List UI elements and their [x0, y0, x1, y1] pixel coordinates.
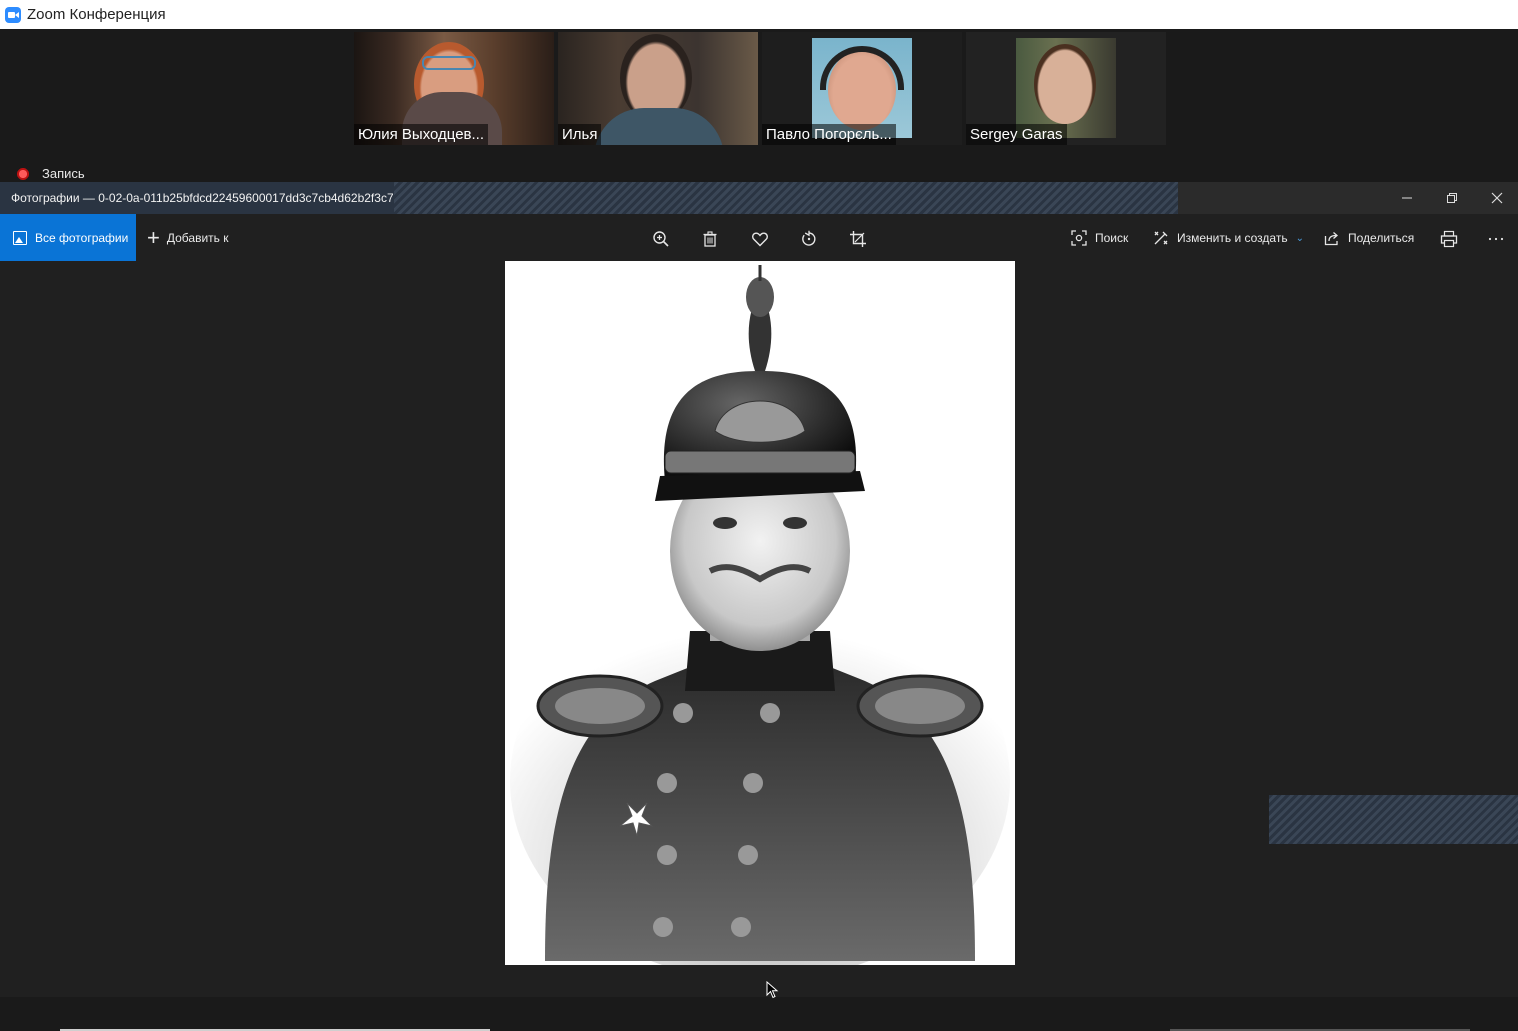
participant-gallery: Юлия Выходцев... Илья Павло Погорєль... … [354, 32, 1166, 145]
print-icon[interactable] [1438, 228, 1460, 250]
share-button[interactable]: Поделиться [1324, 214, 1414, 262]
edit-create-icon [1154, 231, 1168, 245]
zoom-window-title: Zoom Конференция [27, 6, 166, 23]
more-icon[interactable] [1485, 228, 1507, 250]
participant-tile[interactable]: Илья [558, 32, 758, 145]
minimize-icon[interactable] [1384, 182, 1430, 214]
photos-window-title: Фотографии — 0-02-0a-011b25bfdcd22459600… [11, 191, 393, 205]
close-icon[interactable] [1474, 182, 1518, 214]
restore-icon[interactable] [1429, 182, 1475, 214]
photo-icon [13, 231, 27, 245]
heart-icon[interactable] [749, 228, 771, 250]
recording-indicator[interactable]: Запись [16, 166, 85, 181]
all-photos-button[interactable]: Все фотографии [0, 214, 136, 262]
portrait-photo [505, 261, 1015, 965]
zoom-in-icon[interactable] [650, 228, 672, 250]
share-icon [1324, 232, 1338, 246]
share-highlight-corner [1269, 795, 1518, 844]
edit-create-label: Изменить и создать [1177, 231, 1288, 245]
trash-icon[interactable] [699, 228, 721, 250]
photo-viewer[interactable] [0, 261, 1518, 997]
photos-toolbar: Все фотографии + Добавить к Поиск Измени… [0, 214, 1518, 262]
participant-tile[interactable]: Sergey Garas [966, 32, 1166, 145]
rotate-icon[interactable] [798, 228, 820, 250]
participant-name: Илья [558, 124, 602, 145]
plus-icon: + [147, 225, 160, 250]
all-photos-label: Все фотографии [35, 231, 129, 245]
photos-titlebar: Фотографии — 0-02-0a-011b25bfdcd22459600… [0, 182, 1518, 214]
search-icon [1071, 230, 1087, 246]
add-to-label: Добавить к [166, 231, 229, 245]
participant-tile-active-speaker[interactable]: Павло Погорєль... [762, 32, 962, 145]
participant-name: Юлия Выходцев... [354, 124, 489, 145]
bottom-bar [0, 997, 1518, 1031]
chevron-down-icon: ⌄ [1295, 232, 1304, 244]
recording-label: Запись [42, 166, 85, 181]
photos-app-window: Фотографии — 0-02-0a-011b25bfdcd22459600… [0, 182, 1518, 997]
search-label: Поиск [1095, 231, 1129, 245]
zoom-titlebar: Zoom Конференция [0, 0, 1518, 29]
zoom-logo-icon [5, 6, 21, 23]
record-icon [16, 166, 30, 181]
participant-tile[interactable]: Юлия Выходцев... [354, 32, 554, 145]
search-button[interactable]: Поиск [1071, 214, 1128, 262]
mouse-cursor-icon [766, 981, 779, 999]
share-label: Поделиться [1348, 231, 1415, 245]
crop-icon[interactable] [847, 228, 869, 250]
participant-name: Павло Погорєль... [762, 124, 896, 145]
add-to-button[interactable]: + Добавить к [147, 214, 228, 262]
edit-create-button[interactable]: Изменить и создать ⌄ [1153, 214, 1304, 262]
participant-name: Sergey Garas [966, 124, 1067, 145]
